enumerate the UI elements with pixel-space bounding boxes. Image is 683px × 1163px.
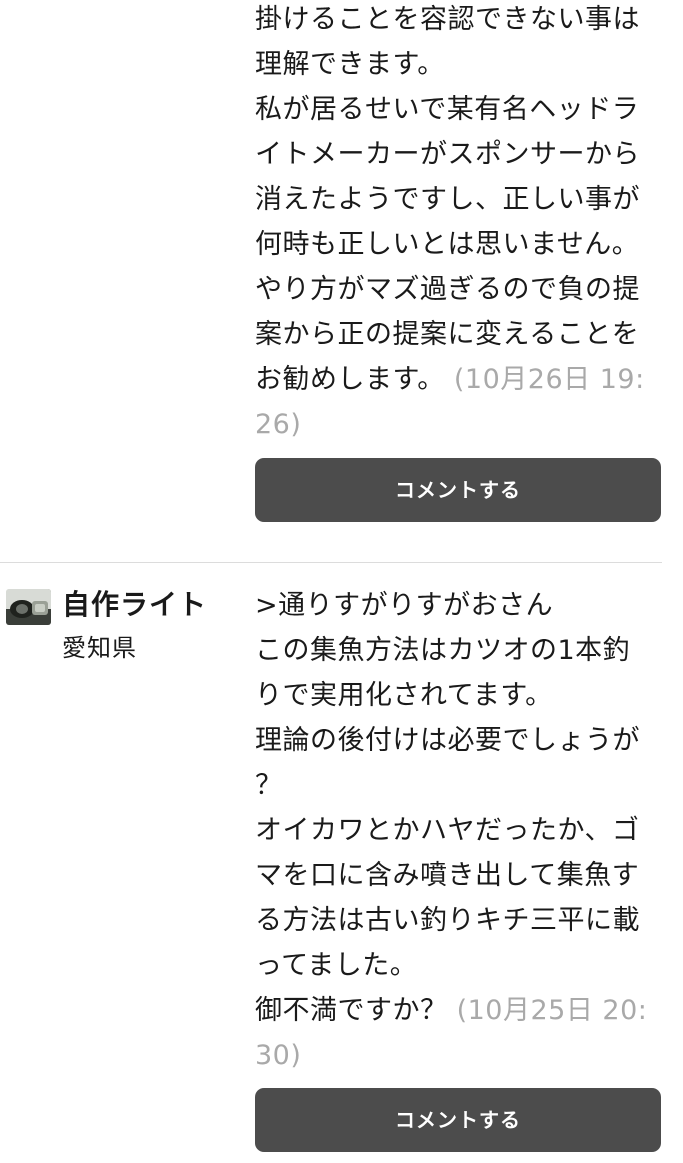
- comment-body-column: 掛けることを容認できない事は 理解できます。 私が居るせいで某有名ヘッドラ イト…: [255, 0, 661, 447]
- comment-button[interactable]: コメントする: [255, 458, 661, 522]
- comment-text: >通りすがりすがおさん この集魚方法はカツオの1本釣 りで実用化されてます。 理…: [255, 583, 661, 1078]
- comment-button[interactable]: コメントする: [255, 1088, 661, 1152]
- comment-text: 掛けることを容認できない事は 理解できます。 私が居るせいで某有名ヘッドラ イト…: [255, 0, 661, 447]
- comment-thread: 掛けることを容認できない事は 理解できます。 私が居るせいで某有名ヘッドラ イト…: [0, 0, 683, 1163]
- comment-item: 自作ライト 愛知県 >通りすがりすがおさん この集魚方法はカツオの1本釣 りで実…: [0, 563, 683, 1163]
- comment-item: 掛けることを容認できない事は 理解できます。 私が居るせいで某有名ヘッドラ イト…: [0, 0, 683, 562]
- avatar-photo-icon[interactable]: [6, 589, 51, 625]
- comment-body: >通りすがりすがおさん この集魚方法はカツオの1本釣 りで実用化されてます。 理…: [255, 590, 640, 1026]
- comment-body: 掛けることを容認できない事は 理解できます。 私が居るせいで某有名ヘッドラ イト…: [255, 4, 640, 395]
- author-prefecture: 愛知県: [62, 634, 137, 662]
- author-name[interactable]: 自作ライト: [62, 585, 207, 625]
- comment-body-column: >通りすがりすがおさん この集魚方法はカツオの1本釣 りで実用化されてます。 理…: [255, 583, 661, 1078]
